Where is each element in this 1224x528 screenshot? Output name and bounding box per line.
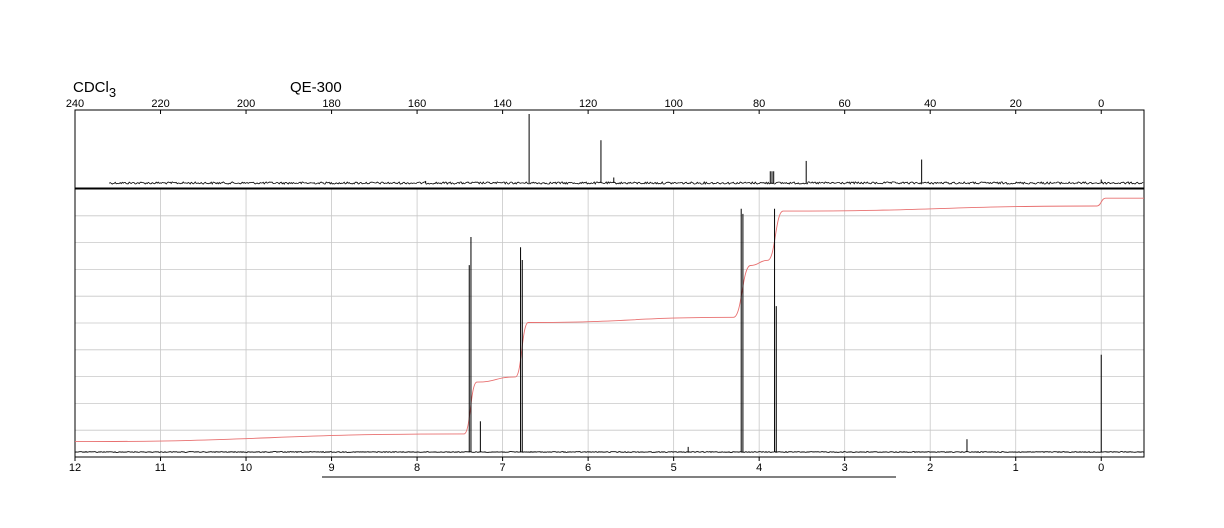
carbon-13-axis: 240 220 200 180 160 140 120 100 80 60 40 20 0 bbox=[66, 98, 1104, 114]
h1-tick-label: 0 bbox=[1098, 462, 1104, 474]
c13-tick-label: 0 bbox=[1098, 98, 1104, 110]
h1-tick-label: 3 bbox=[842, 462, 848, 474]
carbon-13-spectrum-trace bbox=[108, 180, 1144, 185]
carbon-13-frame bbox=[74, 109, 1145, 189]
h1-tick-label: 12 bbox=[69, 462, 81, 474]
c13-tick-label: 240 bbox=[66, 98, 84, 110]
c13-tick-label: 120 bbox=[579, 98, 597, 110]
c13-tick-label: 100 bbox=[664, 98, 682, 110]
c13-tick-label: 140 bbox=[493, 98, 511, 110]
instrument-label: QE-300 bbox=[290, 79, 342, 96]
h1-tick-label: 4 bbox=[756, 462, 762, 474]
h1-tick-label: 11 bbox=[155, 462, 166, 474]
nmr-spectrum-chart: CDCl3 QE-300 240 220 200 180 160 140 120 100 80 6… bbox=[66, 79, 1145, 478]
h1-tick-label: 7 bbox=[500, 462, 506, 474]
c13-tick-label: 60 bbox=[839, 98, 851, 110]
c13-tick-label: 220 bbox=[151, 98, 169, 110]
h1-tick-label: 6 bbox=[585, 462, 591, 474]
h1-tick-label: 1 bbox=[1013, 462, 1019, 474]
carbon-13-panel: 240 220 200 180 160 140 120 100 80 60 40 20 0 bbox=[66, 98, 1145, 189]
c13-tick-label: 160 bbox=[408, 98, 426, 110]
h1-tick-label: 5 bbox=[671, 462, 677, 474]
solvent-subscript: 3 bbox=[109, 85, 116, 100]
h1-tick-label: 9 bbox=[328, 462, 334, 474]
h1-tick-label: 10 bbox=[240, 462, 252, 474]
proton-spectrum-trace bbox=[74, 451, 1145, 453]
c13-tick-label: 180 bbox=[322, 98, 340, 110]
c13-tick-label: 20 bbox=[1010, 98, 1022, 110]
proton-axis: 12 11 10 9 8 7 6 5 4 3 2 1 0 bbox=[69, 457, 1104, 474]
proton-panel: 12 11 10 9 8 7 6 5 4 3 2 1 0 bbox=[69, 188, 1145, 474]
proton-integral-curve bbox=[74, 197, 1144, 443]
h1-tick-label: 8 bbox=[414, 462, 420, 474]
solvent-label: CDCl3 bbox=[73, 79, 116, 100]
c13-tick-label: 200 bbox=[237, 98, 255, 110]
solvent-text: CDCl bbox=[73, 79, 109, 96]
proton-grid bbox=[74, 189, 1144, 457]
h1-tick-label: 2 bbox=[927, 462, 933, 474]
c13-tick-label: 40 bbox=[924, 98, 936, 110]
c13-tick-label: 80 bbox=[753, 98, 765, 110]
